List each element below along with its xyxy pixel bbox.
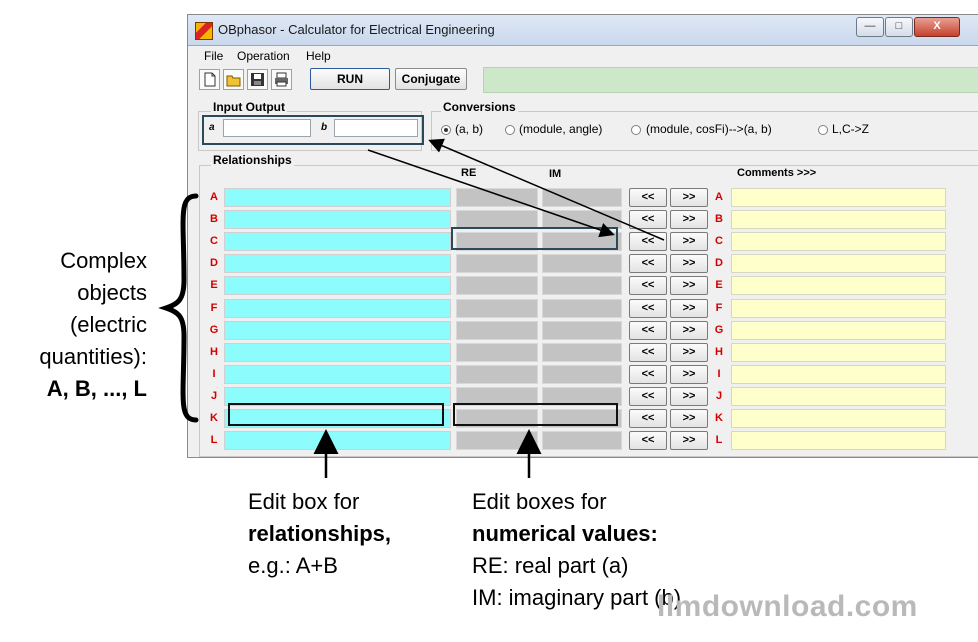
left-annotation-line: A, B, ..., L	[46, 376, 147, 401]
arrow-to-input-output	[428, 138, 665, 241]
left-annotation: Complex objects (electric quantities): A…	[0, 245, 147, 405]
left-annotation-line: objects	[77, 280, 147, 305]
annotation-line: Edit box for	[248, 489, 360, 514]
left-annotation-line: quantities):	[39, 344, 147, 369]
annotation-line: RE: real part (a)	[472, 553, 629, 578]
relationship-box-annotation: Edit box for relationships, e.g.: A+B	[248, 486, 468, 582]
annotation-line: numerical values:	[472, 521, 658, 546]
curly-brace-icon	[158, 193, 199, 423]
arrow-to-numeric	[367, 149, 615, 238]
left-annotation-line: (electric	[69, 312, 147, 337]
annotation-line: relationships,	[248, 521, 392, 546]
watermark: llmdownload.com	[657, 590, 918, 623]
annotation-line: e.g.: A+B	[248, 553, 338, 578]
annotation-line: Edit boxes for	[472, 489, 607, 514]
left-annotation-line: Complex	[60, 248, 147, 273]
